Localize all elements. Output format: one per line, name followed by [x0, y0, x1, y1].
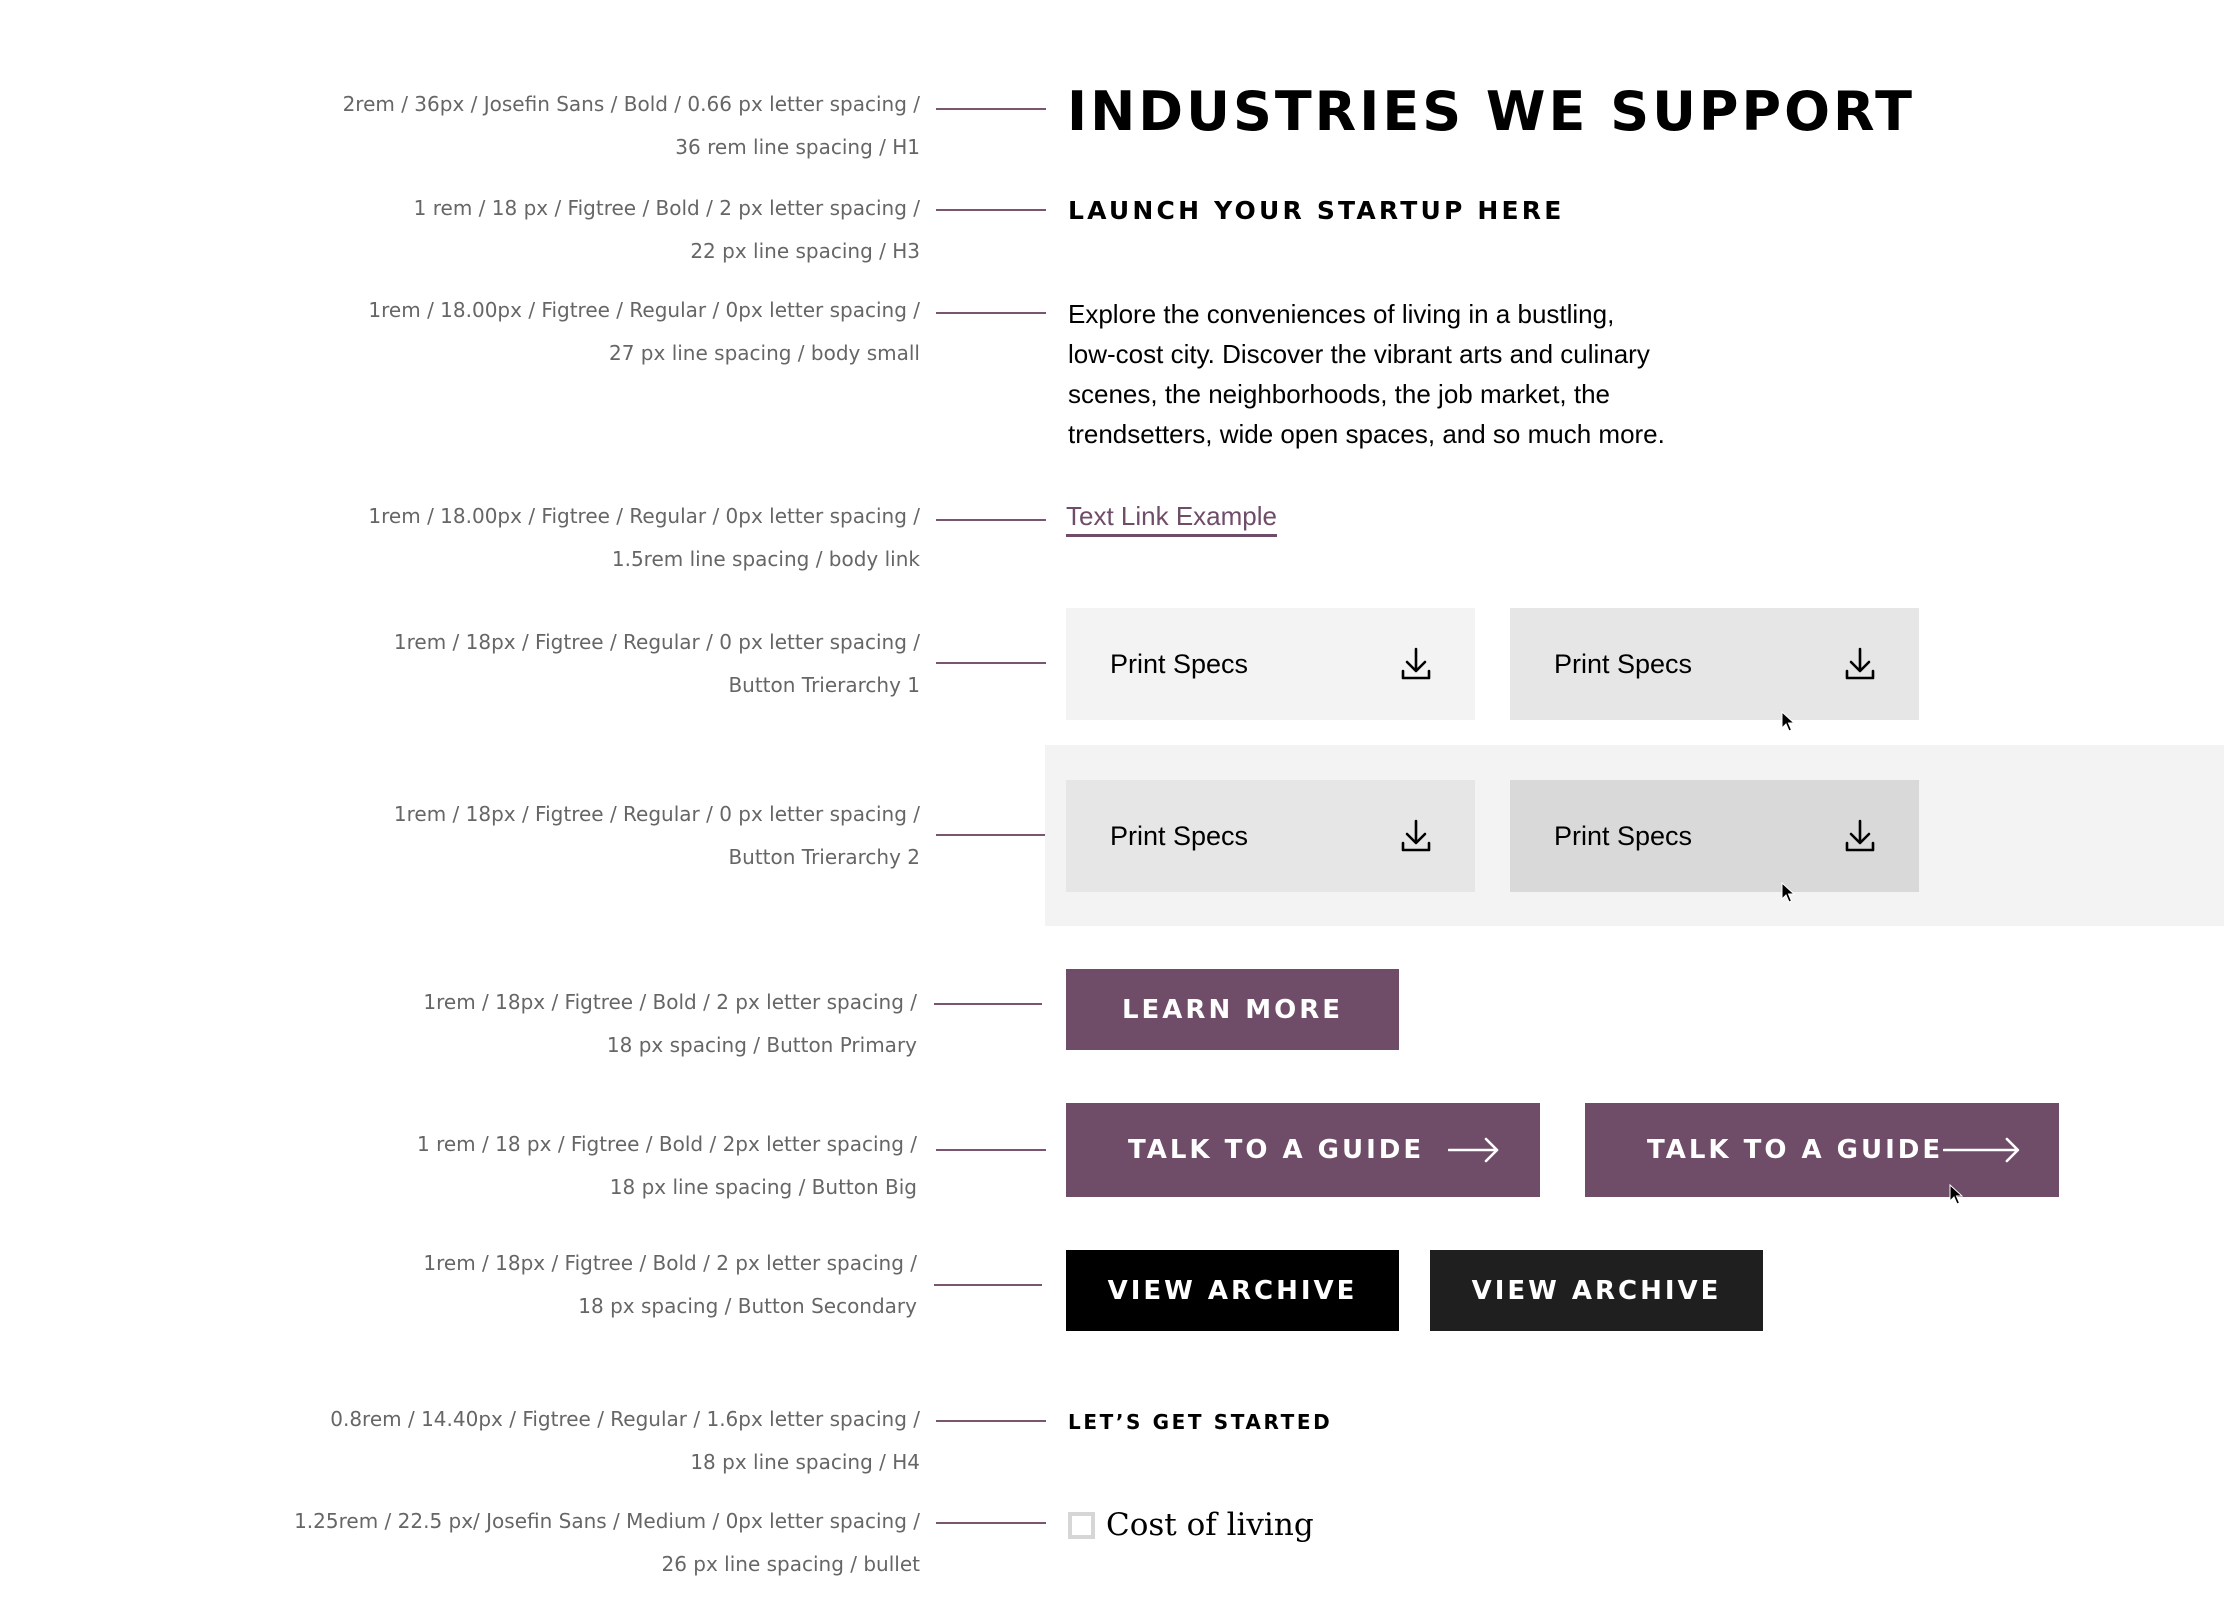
body-line: trendsetters, wide open spaces, and so m… — [1068, 419, 1665, 449]
print-specs-button-tier2[interactable]: Print Specs — [1066, 780, 1475, 892]
annotation-line: 1rem / 18px / Figtree / Bold / 2 px lett… — [423, 990, 917, 1014]
bullet-text: Cost of living — [1106, 1507, 1314, 1543]
annotation-connector — [936, 834, 1046, 836]
annotation-button-big: 1 rem / 18 px / Figtree / Bold / 2px let… — [117, 1123, 917, 1209]
annotation-line: 22 px line spacing / H3 — [690, 239, 920, 263]
annotation-line: Button Trierarchy 1 — [728, 673, 920, 697]
page-title-h1: INDUSTRIES WE SUPPORT — [1067, 80, 1915, 143]
annotation-body-link: 1rem / 18.00px / Figtree / Regular / 0px… — [120, 495, 920, 581]
annotation-line: 36 rem line spacing / H1 — [675, 135, 920, 159]
body-line: scenes, the neighborhoods, the job marke… — [1068, 379, 1611, 409]
download-icon — [1401, 819, 1431, 852]
annotation-connector — [936, 209, 1046, 211]
annotation-line: 1rem / 18px / Figtree / Bold / 2 px lett… — [423, 1251, 917, 1275]
print-specs-label: Print Specs — [1110, 820, 1249, 851]
text-link[interactable]: Text Link Example — [1066, 498, 1277, 537]
annotation-connector — [936, 1522, 1046, 1524]
print-specs-button-tier1-hover[interactable]: Print Specs — [1510, 608, 1919, 720]
talk-to-guide-button-hover[interactable]: TALK TO A GUIDE — [1585, 1103, 2059, 1197]
view-archive-button[interactable]: VIEW ARCHIVE — [1066, 1250, 1399, 1331]
print-specs-button-tier2-hover[interactable]: Print Specs — [1510, 780, 1919, 892]
annotation-line: 1.5rem line spacing / body link — [611, 547, 920, 571]
annotation-line: 18 px spacing / Button Secondary — [578, 1294, 917, 1318]
annotation-line: 2rem / 36px / Josefin Sans / Bold / 0.66… — [342, 92, 920, 116]
arrow-right-icon — [1448, 1137, 1499, 1163]
annotation-button-tier-1: 1rem / 18px / Figtree / Regular / 0 px l… — [120, 621, 920, 707]
mouse-cursor-icon — [1781, 711, 1795, 732]
bullet-item: Cost of living — [1068, 1505, 1314, 1545]
view-archive-button-hover[interactable]: VIEW ARCHIVE — [1430, 1250, 1763, 1331]
download-icon — [1845, 819, 1875, 852]
annotation-line: 0.8rem / 14.40px / Figtree / Regular / 1… — [330, 1407, 920, 1431]
annotation-connector — [934, 1284, 1042, 1286]
mouse-cursor-icon — [1949, 1184, 1963, 1205]
annotation-h4: 0.8rem / 14.40px / Figtree / Regular / 1… — [120, 1398, 920, 1484]
annotation-line: 1 rem / 18 px / Figtree / Bold / 2 px le… — [413, 196, 920, 220]
view-archive-label: VIEW ARCHIVE — [1107, 1275, 1358, 1306]
body-line: low-cost city. Discover the vibrant arts… — [1068, 339, 1650, 369]
view-archive-label: VIEW ARCHIVE — [1471, 1275, 1722, 1306]
annotation-line: 1rem / 18px / Figtree / Regular / 0 px l… — [393, 630, 920, 654]
annotation-connector — [936, 312, 1046, 314]
annotation-connector — [936, 519, 1046, 521]
body-line: Explore the conveniences of living in a … — [1068, 299, 1615, 329]
annotation-line: 18 px line spacing / Button Big — [609, 1175, 917, 1199]
talk-to-guide-label: TALK TO A GUIDE — [1128, 1135, 1425, 1165]
annotation-line: 1 rem / 18 px / Figtree / Bold / 2px let… — [417, 1132, 917, 1156]
annotation-line: 1.25rem / 22.5 px/ Josefin Sans / Medium… — [294, 1509, 920, 1533]
annotation-bullet: 1.25rem / 22.5 px/ Josefin Sans / Medium… — [120, 1500, 920, 1586]
annotation-body-small: 1rem / 18.00px / Figtree / Regular / 0px… — [120, 289, 920, 375]
annotation-line: 1rem / 18px / Figtree / Regular / 0 px l… — [393, 802, 920, 826]
learn-more-label: LEARN MORE — [1121, 994, 1344, 1025]
annotation-button-tier-2: 1rem / 18px / Figtree / Regular / 0 px l… — [120, 793, 920, 879]
annotation-connector — [936, 1149, 1046, 1151]
learn-more-button[interactable]: LEARN MORE — [1066, 969, 1399, 1050]
annotation-line: 18 px spacing / Button Primary — [606, 1033, 917, 1057]
talk-to-guide-label: TALK TO A GUIDE — [1647, 1135, 1944, 1165]
annotation-line: 26 px line spacing / bullet — [661, 1552, 920, 1576]
annotation-connector — [934, 1003, 1042, 1005]
annotation-button-secondary: 1rem / 18px / Figtree / Bold / 2 px lett… — [117, 1242, 917, 1328]
print-specs-label: Print Specs — [1554, 820, 1693, 851]
annotation-line: 27 px line spacing / body small — [609, 341, 920, 365]
checkbox-icon — [1068, 1511, 1095, 1539]
heading-h3: LAUNCH YOUR STARTUP HERE — [1068, 196, 1565, 225]
talk-to-guide-button[interactable]: TALK TO A GUIDE — [1066, 1103, 1540, 1197]
print-specs-label: Print Specs — [1110, 648, 1249, 679]
annotation-line: 1rem / 18.00px / Figtree / Regular / 0px… — [368, 298, 920, 322]
arrow-right-icon — [1943, 1137, 2020, 1163]
annotation-connector — [936, 108, 1046, 110]
annotation-connector — [936, 1420, 1046, 1422]
annotation-h3: 1 rem / 18 px / Figtree / Bold / 2 px le… — [120, 187, 920, 273]
annotation-button-primary: 1rem / 18px / Figtree / Bold / 2 px lett… — [117, 981, 917, 1067]
annotation-line: 1rem / 18.00px / Figtree / Regular / 0px… — [368, 504, 920, 528]
body-paragraph: Explore the conveniences of living in a … — [1068, 294, 1728, 454]
annotation-connector — [936, 662, 1046, 664]
annotation-line: 18 px line spacing / H4 — [690, 1450, 920, 1474]
download-icon — [1845, 647, 1875, 680]
annotation-line: Button Trierarchy 2 — [728, 845, 920, 869]
heading-h4: LET’S GET STARTED — [1068, 1410, 1333, 1434]
download-icon — [1401, 647, 1431, 680]
annotation-h1: 2rem / 36px / Josefin Sans / Bold / 0.66… — [120, 83, 920, 169]
print-specs-button-tier1[interactable]: Print Specs — [1066, 608, 1475, 720]
print-specs-label: Print Specs — [1554, 648, 1693, 679]
mouse-cursor-icon — [1781, 882, 1795, 903]
